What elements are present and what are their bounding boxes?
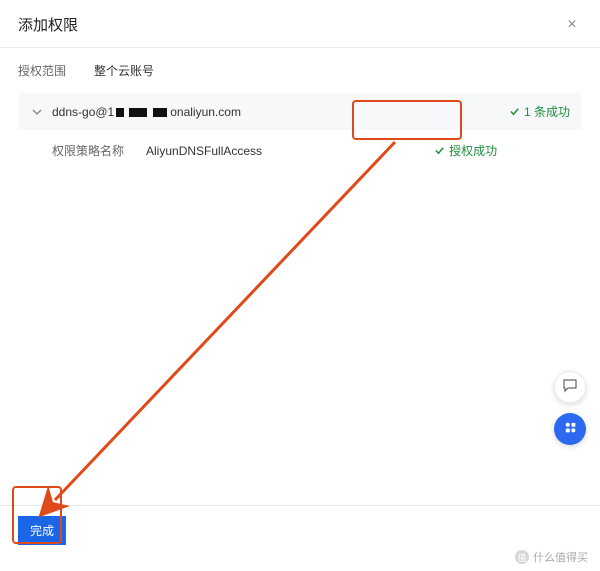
fab-group [554,371,586,445]
scope-row: 授权范围 整个云账号 [18,62,582,79]
check-icon [434,145,445,156]
policy-label: 权限策略名称 [52,142,124,159]
redacted-segment [153,108,167,117]
apps-button[interactable] [554,413,586,445]
watermark: 值 什么值得买 [515,549,588,565]
auth-status: 授权成功 [434,142,497,159]
policy-name: AliyunDNSFullAccess [146,144,262,158]
redacted-segment [129,108,147,117]
result-row[interactable]: ddns-go@1 onaliyun.com 1 条成功 [18,93,582,130]
add-permission-dialog: 添加权限 × 授权范围 整个云账号 ddns-go@1 onaliyun.com … [0,0,600,571]
dialog-body: 授权范围 整个云账号 ddns-go@1 onaliyun.com 1 条成功 权… [0,48,600,505]
principal-name: ddns-go@1 onaliyun.com [52,105,241,119]
auth-status-text: 授权成功 [449,142,497,159]
chevron-down-icon [30,105,44,119]
done-button[interactable]: 完成 [18,516,66,545]
dialog-footer: 完成 [0,505,600,571]
policy-detail-row: 权限策略名称 AliyunDNSFullAccess 授权成功 [18,130,582,171]
dialog-header: 添加权限 × [0,0,600,48]
result-summary-text: 1 条成功 [524,103,570,120]
speech-bubble-icon [562,377,578,397]
close-icon: × [567,16,576,34]
check-icon [509,106,520,117]
watermark-text: 什么值得买 [533,549,588,565]
close-button[interactable]: × [562,15,582,35]
principal-suffix: onaliyun.com [170,105,241,119]
result-summary: 1 条成功 [509,103,570,120]
feedback-button[interactable] [554,371,586,403]
scope-value: 整个云账号 [94,62,154,79]
principal-prefix: ddns-go@1 [52,105,114,119]
scope-label: 授权范围 [18,62,66,79]
watermark-badge: 值 [515,550,529,564]
dialog-title: 添加权限 [18,14,78,35]
redacted-segment [116,108,124,117]
grid-icon [563,420,578,439]
